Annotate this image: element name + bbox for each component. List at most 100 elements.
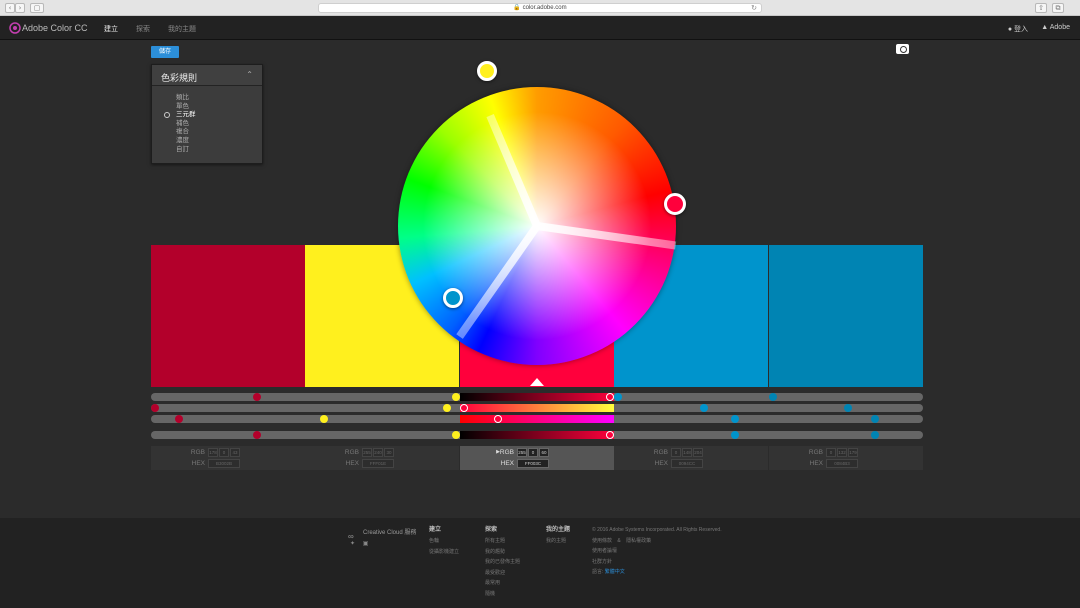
color-values-3: ▶ RGB 255 0 60 HEX FF003C bbox=[460, 446, 614, 470]
hex-field[interactable]: FF003C bbox=[517, 459, 549, 468]
footer-link[interactable]: 最常用 bbox=[485, 578, 520, 589]
rgb-label: RGB bbox=[808, 449, 823, 456]
chevron-up-icon[interactable]: ⌃ bbox=[246, 70, 253, 79]
address-bar[interactable]: 🔒 color.adobe.com ↻ bbox=[318, 3, 762, 13]
login-link[interactable]: ● 登入 bbox=[1008, 24, 1028, 34]
slider-blue-channel[interactable] bbox=[151, 415, 923, 423]
footer-link[interactable]: 我的已發佈主題 bbox=[485, 557, 520, 568]
hex-field[interactable]: B3002B bbox=[208, 459, 240, 468]
footer-link[interactable]: 我的趨勢 bbox=[485, 547, 520, 558]
rule-custom[interactable]: 自訂 bbox=[176, 146, 196, 155]
rgb-b-field[interactable]: 179 bbox=[848, 448, 858, 457]
rgb-r-field[interactable]: 255 bbox=[517, 448, 527, 457]
footer-link[interactable]: 色輪 bbox=[429, 536, 459, 547]
twitter-icon[interactable]: ✦ bbox=[350, 541, 355, 547]
color-swatch-5[interactable] bbox=[769, 245, 923, 387]
footer-link[interactable]: 社群方針 bbox=[592, 557, 722, 568]
brand-name[interactable]: Adobe Color CC bbox=[22, 23, 88, 33]
camera-icon[interactable] bbox=[896, 44, 909, 54]
slider-dot[interactable] bbox=[700, 404, 708, 412]
tab-my-themes[interactable]: 我的主題 bbox=[168, 24, 196, 34]
slider-dot[interactable] bbox=[452, 431, 460, 439]
slider-gradient bbox=[460, 404, 614, 412]
back-icon[interactable]: ‹ bbox=[5, 3, 15, 13]
tab-create[interactable]: 建立 bbox=[104, 24, 118, 34]
slider-dot[interactable] bbox=[614, 393, 622, 401]
hex-field[interactable]: FFF01E bbox=[362, 459, 394, 468]
footer-link[interactable]: 所有主題 bbox=[485, 536, 520, 547]
footer-link[interactable]: 隱私權政策 bbox=[626, 538, 651, 544]
rule-shades[interactable]: 濃度 bbox=[176, 137, 196, 146]
color-rules-header[interactable]: 色彩規則 ⌃ bbox=[152, 65, 262, 86]
share-icon[interactable]: ⇧ bbox=[1035, 3, 1047, 13]
slider-green-channel[interactable] bbox=[151, 404, 923, 412]
slider-dot[interactable] bbox=[320, 415, 328, 423]
wheel-handle-yellow[interactable] bbox=[477, 61, 497, 81]
wheel-handle-blue[interactable] bbox=[443, 288, 463, 308]
hex-label: HEX bbox=[345, 460, 359, 467]
rgb-g-field[interactable]: 0 bbox=[219, 448, 229, 457]
language-value[interactable]: 繁體中文 bbox=[605, 569, 625, 575]
rgb-g-field[interactable]: 148 bbox=[682, 448, 692, 457]
slider-dot[interactable] bbox=[871, 415, 879, 423]
slider-dot-selected[interactable] bbox=[606, 393, 614, 401]
rgb-b-field[interactable]: 204 bbox=[693, 448, 703, 457]
slider-brightness[interactable] bbox=[151, 431, 923, 439]
rgb-g-field[interactable]: 132 bbox=[837, 448, 847, 457]
copyright-text: © 2016 Adobe Systems Incorporated. All R… bbox=[592, 527, 722, 533]
rule-compound[interactable]: 複合 bbox=[176, 128, 196, 137]
slider-dot[interactable] bbox=[731, 415, 739, 423]
slider-dot[interactable] bbox=[151, 404, 159, 412]
slider-dot-selected[interactable] bbox=[460, 404, 468, 412]
slider-dot[interactable] bbox=[253, 393, 261, 401]
slider-dot[interactable] bbox=[871, 431, 879, 439]
hex-field[interactable]: 0084B3 bbox=[826, 459, 858, 468]
rgb-r-field[interactable]: 255 bbox=[362, 448, 372, 457]
footer-link[interactable]: 使用條款 bbox=[592, 538, 612, 544]
slider-dot-selected[interactable] bbox=[494, 415, 502, 423]
slider-dot[interactable] bbox=[253, 431, 261, 439]
rgb-b-field[interactable]: 43 bbox=[230, 448, 240, 457]
rgb-b-field[interactable]: 30 bbox=[384, 448, 394, 457]
footer-link[interactable]: 使用者論壇 bbox=[592, 546, 722, 557]
slider-dot[interactable] bbox=[731, 431, 739, 439]
slider-dot[interactable] bbox=[175, 415, 183, 423]
reload-icon[interactable]: ↻ bbox=[751, 4, 757, 13]
wheel-handle-red[interactable] bbox=[664, 193, 686, 215]
save-button[interactable]: 儲存 bbox=[151, 46, 179, 58]
rgb-r-field[interactable]: 0 bbox=[826, 448, 836, 457]
slider-dot-selected[interactable] bbox=[606, 431, 614, 439]
footer-link[interactable]: 從攝影機建立 bbox=[429, 547, 459, 558]
rgb-b-field[interactable]: 60 bbox=[539, 448, 549, 457]
hex-row: HEX B3002B bbox=[151, 458, 305, 469]
slider-red-channel[interactable] bbox=[151, 393, 923, 401]
color-swatch-1[interactable] bbox=[151, 245, 305, 387]
facebook-icon[interactable]: ▣ bbox=[363, 541, 369, 547]
language-selector[interactable]: 語言: 繁體中文 bbox=[592, 567, 722, 578]
footer-link[interactable]: 我的主題 bbox=[546, 536, 570, 547]
creative-cloud-label[interactable]: Creative Cloud 服務 bbox=[363, 527, 416, 536]
rgb-r-field[interactable]: 178 bbox=[208, 448, 218, 457]
sidebar-icon[interactable]: ▢ bbox=[30, 3, 44, 13]
tabs-icon[interactable]: ⧉ bbox=[1052, 3, 1064, 13]
rgb-row: RGB 0 148 204 bbox=[614, 447, 768, 458]
forward-icon[interactable]: › bbox=[15, 3, 25, 13]
slider-dot[interactable] bbox=[844, 404, 852, 412]
rule-triad[interactable]: 三元群 bbox=[164, 111, 196, 120]
rule-label: 三元群 bbox=[176, 111, 196, 119]
slider-dot[interactable] bbox=[452, 393, 460, 401]
footer-link[interactable]: 隨機 bbox=[485, 589, 520, 600]
footer-link[interactable]: 最受歡迎 bbox=[485, 568, 520, 579]
adobe-link[interactable]: ▲ Adobe bbox=[1041, 24, 1070, 31]
rgb-g-field[interactable]: 240 bbox=[373, 448, 383, 457]
slider-dot[interactable] bbox=[443, 404, 451, 412]
rgb-g-field[interactable]: 0 bbox=[528, 448, 538, 457]
rule-analogous[interactable]: 類比 bbox=[176, 94, 196, 103]
login-label: 登入 bbox=[1014, 26, 1028, 33]
rgb-r-field[interactable]: 0 bbox=[671, 448, 681, 457]
adobe-color-logo-icon[interactable] bbox=[8, 21, 22, 35]
tab-explore[interactable]: 探索 bbox=[136, 24, 150, 34]
rule-monochromatic[interactable]: 單色 bbox=[176, 103, 196, 112]
slider-dot[interactable] bbox=[769, 393, 777, 401]
hex-field[interactable]: 0094CC bbox=[671, 459, 703, 468]
